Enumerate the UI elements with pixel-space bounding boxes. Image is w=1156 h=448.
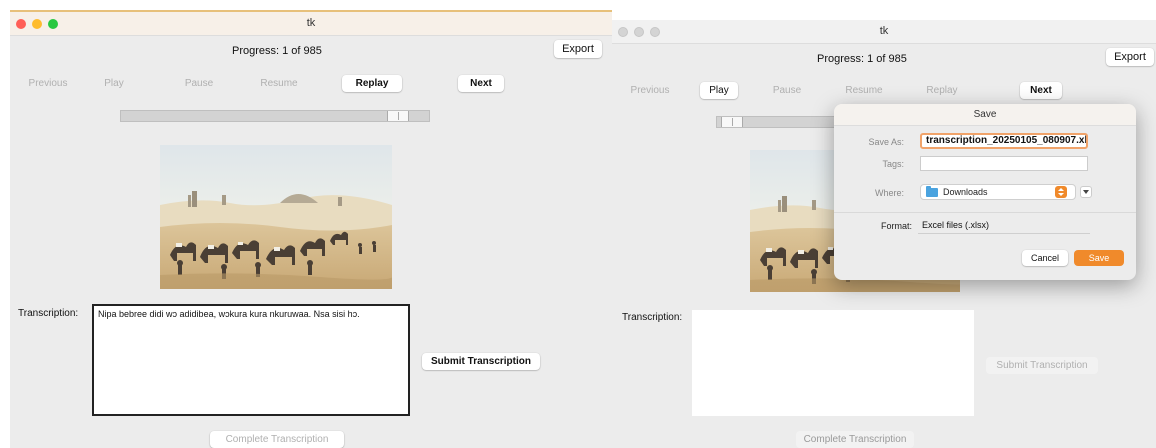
- play-button[interactable]: Play: [88, 75, 140, 92]
- slider-thumb[interactable]: [721, 117, 743, 127]
- save-button[interactable]: Save: [1074, 250, 1124, 266]
- resume-button[interactable]: Resume: [838, 82, 890, 99]
- slider-thumb[interactable]: [387, 111, 409, 121]
- dialog-separator: [834, 212, 1136, 213]
- complete-transcription-button[interactable]: Complete Transcription: [796, 431, 914, 448]
- pause-button[interactable]: Pause: [170, 75, 228, 92]
- play-button[interactable]: Play: [700, 82, 738, 99]
- pause-button[interactable]: Pause: [762, 82, 812, 99]
- complete-transcription-button[interactable]: Complete Transcription: [210, 431, 344, 448]
- left-titlebar: tk: [10, 12, 612, 36]
- transcription-textarea[interactable]: Nipa bebree didi wɔ adidibea, wɔkura kur…: [92, 304, 410, 416]
- audio-slider[interactable]: [120, 110, 430, 122]
- where-value: Downloads: [943, 187, 988, 197]
- save-dialog: Save Save As: transcription_20250105_080…: [834, 104, 1136, 280]
- export-button[interactable]: Export: [554, 40, 602, 58]
- format-label: Format:: [880, 221, 912, 231]
- next-button[interactable]: Next: [458, 75, 504, 92]
- resume-button[interactable]: Resume: [248, 75, 310, 92]
- previous-button[interactable]: Previous: [622, 82, 678, 99]
- progress-label: Progress: 1 of 985: [817, 53, 907, 65]
- export-button[interactable]: Export: [1106, 48, 1154, 66]
- replay-button[interactable]: Replay: [342, 75, 402, 92]
- window-title: tk: [879, 25, 889, 37]
- right-titlebar: tk: [612, 20, 1156, 44]
- save-as-input[interactable]: transcription_20250105_080907.xl: [920, 133, 1088, 149]
- updown-icon: [1055, 186, 1067, 198]
- replay-button[interactable]: Replay: [916, 82, 968, 99]
- submit-transcription-button[interactable]: Submit Transcription: [986, 357, 1098, 374]
- where-select[interactable]: Downloads: [920, 184, 1076, 200]
- format-select[interactable]: Excel files (.xlsx): [922, 220, 989, 230]
- previous-button[interactable]: Previous: [18, 75, 78, 92]
- format-underline: [918, 233, 1090, 234]
- next-button[interactable]: Next: [1020, 82, 1062, 99]
- transcription-label: Transcription:: [18, 308, 79, 319]
- chevron-down-icon[interactable]: [1080, 186, 1092, 198]
- left-window: tk Progress: 1 of 985 Export Previous Pl…: [10, 10, 612, 448]
- caravan-image: [160, 145, 392, 289]
- transcription-textarea[interactable]: [692, 310, 974, 416]
- submit-transcription-button[interactable]: Submit Transcription: [422, 353, 540, 370]
- window-title: tk: [306, 17, 316, 29]
- where-label: Where:: [874, 188, 904, 198]
- folder-icon: [926, 186, 938, 197]
- cancel-button[interactable]: Cancel: [1022, 250, 1068, 266]
- tags-label: Tags:: [882, 159, 904, 169]
- save-dialog-title: Save: [834, 104, 1136, 126]
- right-window: tk Progress: 1 of 985 Export Previous Pl…: [612, 20, 1156, 448]
- save-as-label: Save As:: [868, 137, 904, 147]
- progress-label: Progress: 1 of 985: [232, 45, 322, 57]
- transcription-label: Transcription:: [622, 312, 683, 323]
- tags-input[interactable]: [920, 156, 1088, 171]
